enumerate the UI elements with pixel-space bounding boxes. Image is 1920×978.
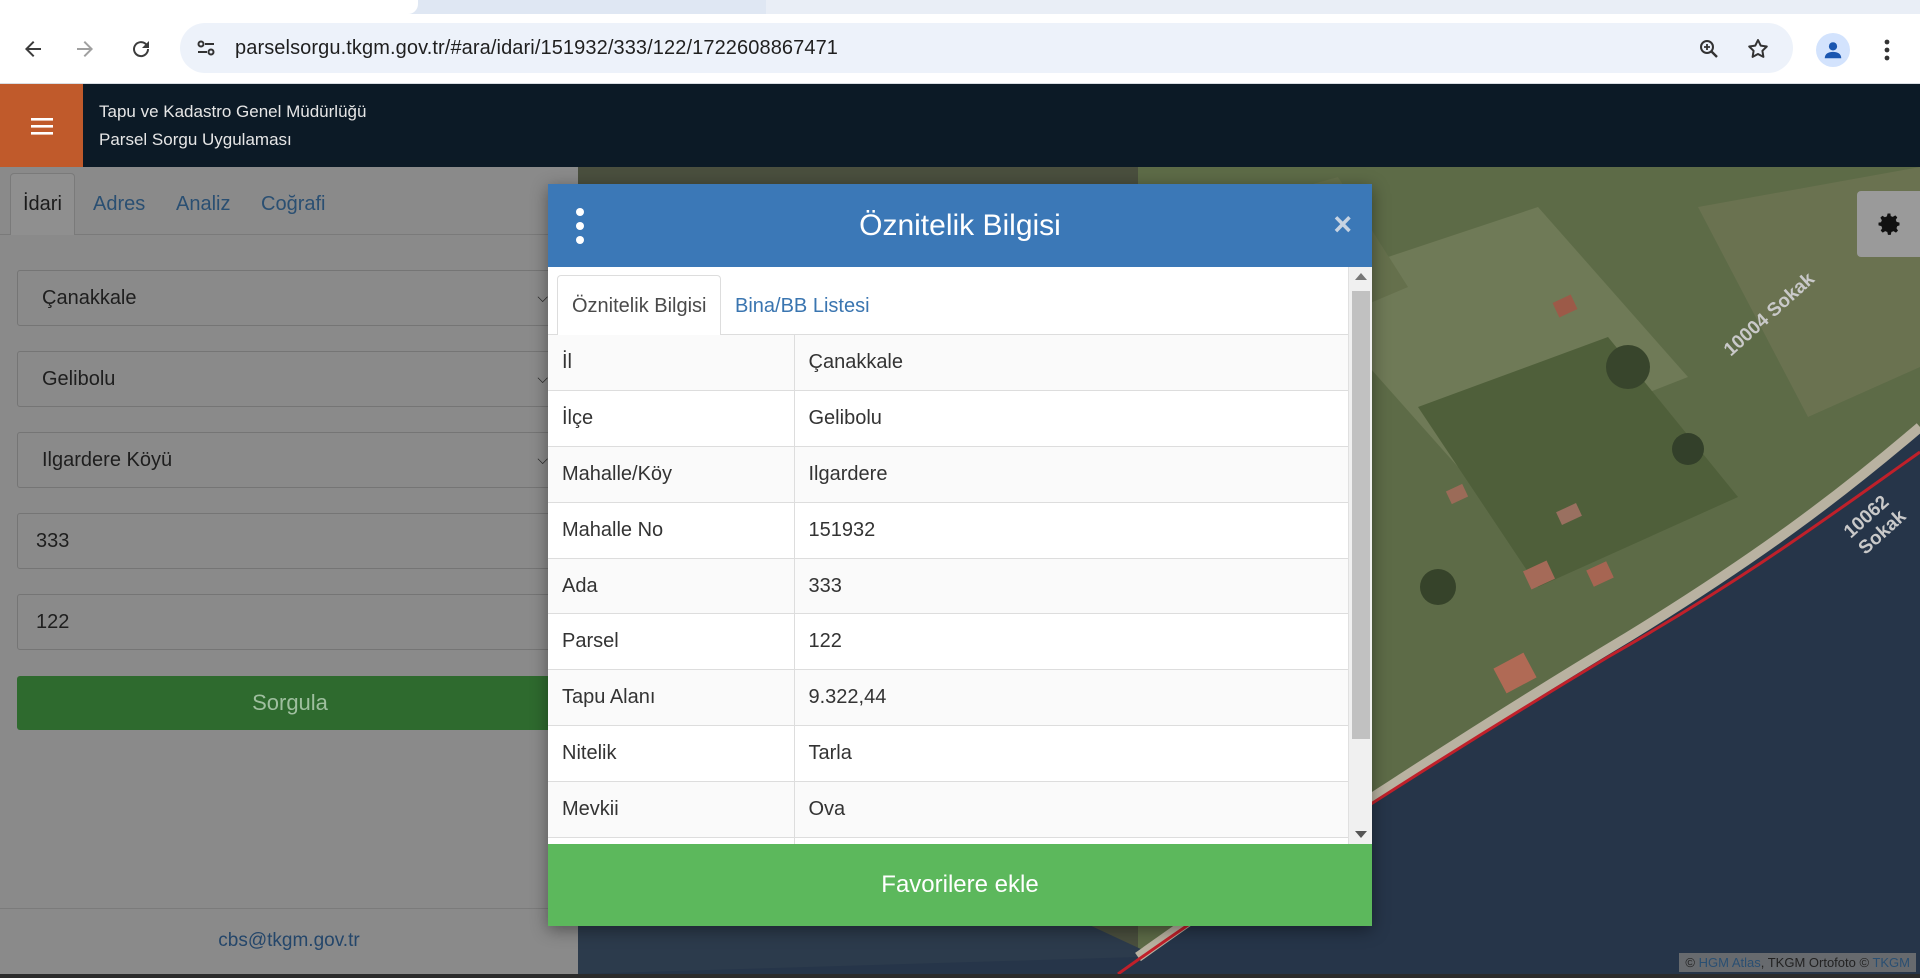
province-select-value: Çanakkale <box>42 286 137 309</box>
browser-tab-inactive[interactable] <box>766 0 1920 14</box>
scroll-up-arrow-icon[interactable] <box>1355 273 1367 280</box>
modal-scrollbar[interactable] <box>1348 267 1372 844</box>
left-tabs: İdari Adres Analiz Coğrafi <box>0 167 578 235</box>
attribute-table: İl Çanakkale İlçe Gelibolu Mahalle/Köy Ilgard… <box>548 335 1348 844</box>
attribute-value: 333 <box>794 558 1348 615</box>
back-arrow-icon[interactable] <box>17 33 49 65</box>
modal-tabs: Öznitelik Bilgisi Bina/BB Listesi <box>548 271 1348 337</box>
table-row <box>548 837 1348 844</box>
add-to-favorites-button[interactable]: Favorilere ekle <box>548 844 1372 926</box>
url-text[interactable]: parselsorgu.tkgm.gov.tr/#ara/idari/15193… <box>235 37 838 60</box>
left-search-panel: İdari Adres Analiz Coğrafi Çanakkale ⌵ G… <box>0 167 578 974</box>
attribute-value: 122 <box>794 613 1348 671</box>
tab-cografi[interactable]: Coğrafi <box>249 173 337 235</box>
app-header: Tapu ve Kadastro Genel Müdürlüğü Parsel … <box>0 84 1920 167</box>
table-row: Nitelik Tarla <box>548 725 1348 782</box>
table-row: İl Çanakkale <box>548 335 1348 392</box>
attribute-key: İl <box>548 335 795 392</box>
table-row: Mahalle No 151932 <box>548 502 1348 559</box>
map-attribution: © HGM Atlas, TKGM Ortofoto © TKGM <box>1679 953 1916 972</box>
attribute-key: Ada <box>548 558 795 615</box>
browser-tab-strip <box>0 0 1920 14</box>
close-icon[interactable]: × <box>1333 206 1352 243</box>
table-row: Parsel 122 <box>548 613 1348 671</box>
district-select[interactable]: Gelibolu ⌵ <box>17 351 563 407</box>
attribute-key: Mahalle/Köy <box>548 446 795 503</box>
bottom-edge <box>0 974 1920 978</box>
block-input[interactable]: 333 <box>17 513 563 569</box>
attribution-hgm-link[interactable]: HGM Atlas <box>1699 955 1761 970</box>
attribute-info-modal: Öznitelik Bilgisi × Öznitelik Bilgisi Bi… <box>548 184 1372 926</box>
modal-header: Öznitelik Bilgisi × <box>548 184 1372 267</box>
neighborhood-select[interactable]: Ilgardere Köyü ⌵ <box>17 432 563 488</box>
table-row: Tapu Alanı 9.322,44 <box>548 669 1348 727</box>
chevron-down-icon: ⌵ <box>537 451 548 467</box>
modal-title: Öznitelik Bilgisi <box>859 208 1061 242</box>
hamburger-icon <box>30 117 53 135</box>
attribute-key: Tapu Alanı <box>548 669 795 727</box>
attribute-key: Parsel <box>548 613 795 671</box>
app-name: Parsel Sorgu Uygulaması <box>99 130 292 149</box>
table-row: Mahalle/Köy Ilgardere <box>548 446 1348 503</box>
reload-icon[interactable] <box>125 33 157 65</box>
neighborhood-select-value: Ilgardere Köyü <box>42 448 173 471</box>
gear-icon <box>1878 213 1899 235</box>
attribute-value: Tarla <box>794 725 1348 782</box>
chevron-down-icon: ⌵ <box>537 289 548 305</box>
site-settings-icon[interactable] <box>194 36 218 60</box>
zoom-icon[interactable] <box>1695 35 1723 63</box>
scroll-down-arrow-icon[interactable] <box>1355 831 1367 838</box>
parcel-input[interactable]: 122 <box>17 594 563 650</box>
attribute-value: Ova <box>794 781 1348 838</box>
attribute-key <box>548 837 795 844</box>
province-select[interactable]: Çanakkale ⌵ <box>17 270 563 326</box>
block-input-value: 333 <box>36 529 70 552</box>
attribute-value <box>794 837 1348 844</box>
table-row: İlçe Gelibolu <box>548 390 1348 448</box>
attribute-key: Mahalle No <box>548 502 795 559</box>
org-name: Tapu ve Kadastro Genel Müdürlüğü <box>99 102 367 121</box>
district-select-value: Gelibolu <box>42 367 116 390</box>
more-vert-icon[interactable] <box>1870 33 1904 67</box>
attribution-tkgm-link[interactable]: TKGM <box>1872 955 1910 970</box>
profile-icon[interactable] <box>1816 33 1850 67</box>
map-settings-button[interactable] <box>1857 191 1920 257</box>
attribution-prefix: © <box>1685 955 1695 970</box>
tab-idari[interactable]: İdari <box>10 173 75 235</box>
bookmark-star-icon[interactable] <box>1744 35 1772 63</box>
attribute-key: İlçe <box>548 390 795 448</box>
browser-tab-active[interactable] <box>0 0 418 14</box>
attribute-key: Nitelik <box>548 725 795 782</box>
attribute-key: Mevkii <box>548 781 795 838</box>
query-button[interactable]: Sorgula <box>17 676 563 730</box>
attribute-value: Gelibolu <box>794 390 1348 448</box>
tab-analiz[interactable]: Analiz <box>164 173 242 235</box>
modal-body: Öznitelik Bilgisi Bina/BB Listesi İl Çana… <box>548 267 1372 844</box>
address-bar[interactable]: parselsorgu.tkgm.gov.tr/#ara/idari/15193… <box>180 23 1793 73</box>
table-row: Mevkii Ova <box>548 781 1348 838</box>
hamburger-menu-button[interactable] <box>0 84 83 167</box>
tab-adres[interactable]: Adres <box>81 173 157 235</box>
tab-attribute-info[interactable]: Öznitelik Bilgisi <box>557 275 722 337</box>
footer-divider <box>0 908 578 909</box>
scrollbar-thumb[interactable] <box>1352 291 1370 739</box>
contact-email-link[interactable]: cbs@tkgm.gov.tr <box>0 930 578 952</box>
tab-building-list[interactable]: Bina/BB Listesi <box>721 275 884 337</box>
attribute-value: 9.322,44 <box>794 669 1348 727</box>
browser-toolbar: parselsorgu.tkgm.gov.tr/#ara/idari/15193… <box>0 14 1920 84</box>
forward-arrow-icon[interactable] <box>69 33 101 65</box>
attribute-value: Çanakkale <box>794 335 1348 392</box>
table-row: Ada 333 <box>548 558 1348 615</box>
more-vert-icon[interactable] <box>574 208 586 244</box>
attribute-value: Ilgardere <box>794 446 1348 503</box>
attribution-middle: , TKGM Ortofoto © <box>1760 955 1870 970</box>
parcel-input-value: 122 <box>36 610 70 633</box>
attribute-value: 151932 <box>794 502 1348 559</box>
app-title: Tapu ve Kadastro Genel Müdürlüğü Parsel … <box>99 98 366 154</box>
chevron-down-icon: ⌵ <box>537 370 548 386</box>
